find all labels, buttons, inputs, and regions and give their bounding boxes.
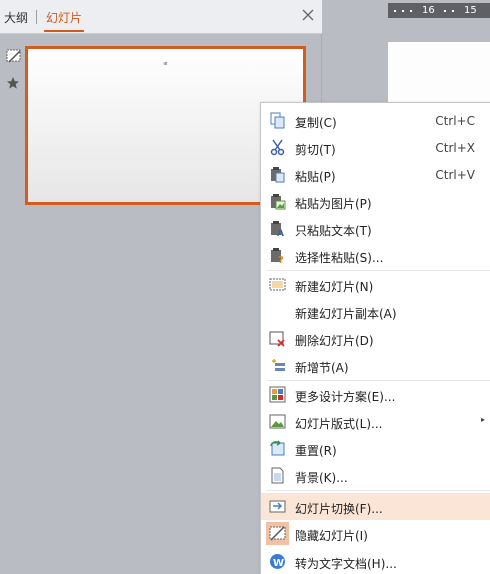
ruler-tick — [394, 10, 396, 12]
panel-tab-bar: 大纲 幻灯片 — [0, 0, 322, 34]
tab-outline[interactable]: 大纲 — [4, 9, 28, 26]
menu-item-label: 只粘贴文本(T) — [295, 224, 372, 238]
ruler-mark: 16 — [422, 5, 435, 16]
menu-separator — [267, 490, 490, 491]
new-slide-icon — [269, 276, 286, 293]
active-tab-indicator — [44, 30, 84, 32]
hide-slide-icon — [266, 522, 289, 545]
slide-thumbnail-text: ııı — [163, 61, 168, 67]
menu-item-label: 选择性粘贴(S)... — [295, 251, 384, 265]
menu-item-cut[interactable]: 剪切(T) Ctrl+X — [261, 134, 490, 161]
menu-item-background[interactable]: 背景(K)... — [261, 462, 490, 489]
paste-as-picture-icon — [269, 193, 286, 210]
menu-item-reset[interactable]: 重置(R) — [261, 435, 490, 462]
menu-item-label: 复制(C) — [295, 116, 337, 130]
menu-item-label: 粘贴为图片(P) — [295, 197, 372, 211]
design-icon — [269, 386, 286, 403]
reset-icon — [269, 440, 286, 457]
star-icon — [6, 76, 22, 92]
menu-item-paste-text-only[interactable]: A 只粘贴文本(T) — [261, 215, 490, 242]
slide-status-icons — [6, 48, 24, 104]
menu-item-convert-document[interactable]: W 转为文字文档(H)... — [261, 548, 490, 574]
copy-icon — [269, 112, 286, 129]
svg-text:?: ? — [278, 255, 284, 264]
menu-item-shortcut: Ctrl+X — [435, 141, 475, 155]
horizontal-ruler: 16 15 — [388, 3, 490, 18]
new-section-icon — [269, 357, 286, 374]
menu-item-label: 转为文字文档(H)... — [295, 557, 397, 571]
background-icon — [269, 467, 286, 484]
menu-item-more-designs[interactable]: 更多设计方案(E)... — [261, 381, 490, 408]
slide-number-icon — [6, 48, 22, 64]
menu-item-label: 新增节(A) — [295, 361, 349, 375]
tab-slides[interactable]: 幻灯片 — [46, 9, 82, 26]
menu-item-label: 删除幻灯片(D) — [295, 334, 374, 348]
ruler-tick — [410, 10, 412, 12]
menu-item-paste-special[interactable]: ? 选择性粘贴(S)... — [261, 242, 490, 269]
menu-item-slide-transition[interactable]: 幻灯片切换(F)... — [261, 493, 490, 520]
menu-item-new-section[interactable]: 新增节(A) — [261, 352, 490, 379]
svg-text:W: W — [273, 558, 284, 569]
paste-text-only-icon: A — [269, 220, 286, 239]
delete-slide-icon — [269, 330, 286, 347]
ruler-mark: 15 — [464, 5, 477, 16]
context-menu: 复制(C) Ctrl+C 剪切(T) Ctrl+X 粘贴(P) Ctrl+V 粘… — [260, 102, 490, 574]
menu-item-shortcut: Ctrl+V — [435, 168, 475, 182]
slide-transition-icon — [269, 498, 286, 515]
paste-icon — [269, 166, 286, 183]
cut-icon — [269, 139, 286, 156]
close-icon[interactable] — [300, 9, 316, 25]
ruler-tick — [402, 10, 404, 12]
menu-item-label: 剪切(T) — [295, 143, 336, 157]
menu-item-label: 重置(R) — [295, 444, 337, 458]
menu-item-copy[interactable]: 复制(C) Ctrl+C — [261, 107, 490, 134]
svg-text:A: A — [277, 229, 284, 237]
menu-item-label: 更多设计方案(E)... — [295, 390, 396, 404]
layout-icon — [269, 413, 286, 430]
menu-item-hide-slide[interactable]: 隐藏幻灯片(I) — [261, 520, 490, 547]
menu-item-label: 新建幻灯片(N) — [295, 280, 374, 294]
menu-item-label: 背景(K)... — [295, 471, 348, 485]
menu-item-label: 粘贴(P) — [295, 170, 336, 184]
submenu-arrow-icon: ▸ — [480, 415, 485, 424]
menu-item-duplicate-slide[interactable]: 新建幻灯片副本(A) — [261, 298, 490, 325]
ruler-tick — [444, 10, 446, 12]
menu-item-label: 新建幻灯片副本(A) — [295, 307, 397, 321]
convert-document-icon: W — [269, 553, 286, 570]
paste-special-icon: ? — [269, 247, 286, 266]
menu-item-paste[interactable]: 粘贴(P) Ctrl+V — [261, 161, 490, 188]
menu-item-paste-as-picture[interactable]: 粘贴为图片(P) — [261, 188, 490, 215]
menu-item-shortcut: Ctrl+C — [435, 114, 475, 128]
tab-divider — [36, 10, 37, 24]
menu-item-label: 隐藏幻灯片(I) — [295, 529, 368, 543]
menu-item-slide-layout[interactable]: 幻灯片版式(L)... ▸ — [261, 408, 490, 435]
menu-item-label: 幻灯片版式(L)... — [295, 417, 383, 431]
menu-item-delete-slide[interactable]: 删除幻灯片(D) — [261, 325, 490, 352]
menu-item-new-slide[interactable]: 新建幻灯片(N) — [261, 271, 490, 298]
menu-item-label: 幻灯片切换(F)... — [295, 502, 383, 516]
ruler-tick — [452, 10, 454, 12]
